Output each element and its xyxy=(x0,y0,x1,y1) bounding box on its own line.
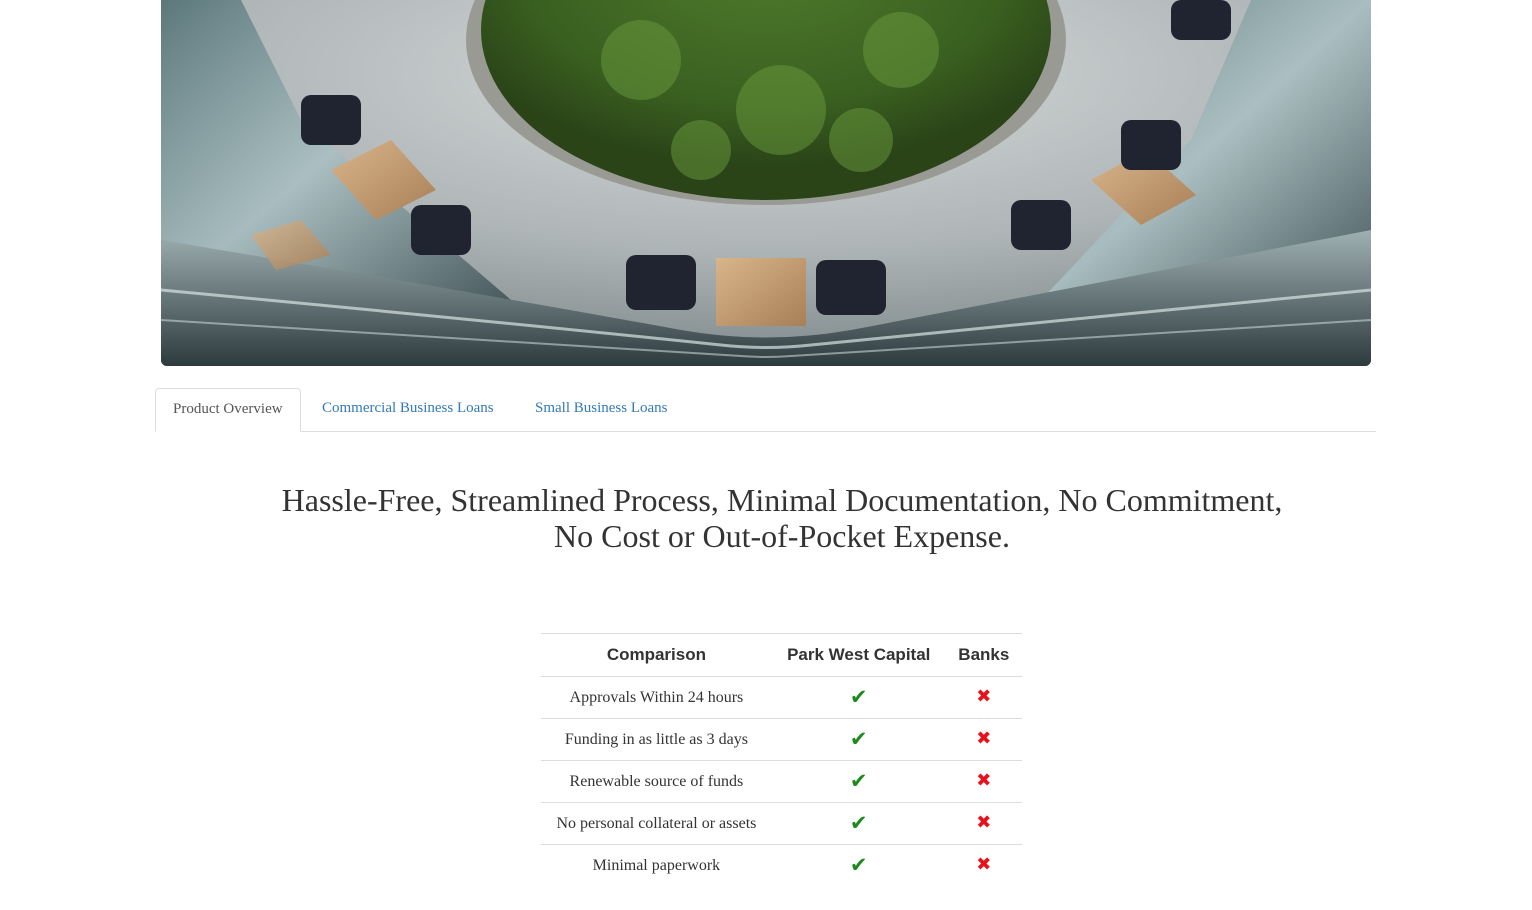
pwc-cell: ✔ xyxy=(771,676,946,719)
feature-label: No personal collateral or assets xyxy=(541,802,772,845)
banks-cell: ✖ xyxy=(945,802,1022,845)
column-header-banks: Banks xyxy=(945,633,1022,677)
pwc-cell: ✔ xyxy=(771,760,946,803)
hero-photo-drawing xyxy=(161,0,1371,366)
column-header-comparison: Comparison xyxy=(541,633,772,677)
column-header-park-west-capital: Park West Capital xyxy=(771,633,946,677)
pwc-cell: ✔ xyxy=(771,802,946,845)
feature-label: Minimal paperwork xyxy=(541,844,772,886)
page-headline: Hassle-Free, Streamlined Process, Minima… xyxy=(281,482,1283,554)
checkmark-icon: ✔ xyxy=(849,684,868,709)
checkmark-icon: ✔ xyxy=(849,768,868,793)
table-row: Funding in as little as 3 days ✔ ✖ xyxy=(541,718,1022,761)
pwc-cell: ✔ xyxy=(771,718,946,761)
checkmark-icon: ✔ xyxy=(849,726,868,751)
tab-small-business-loans[interactable]: Small Business Loans xyxy=(518,388,685,432)
tab-product-overview[interactable]: Product Overview xyxy=(155,388,301,432)
feature-label: Funding in as little as 3 days xyxy=(541,718,772,761)
checkmark-icon: ✔ xyxy=(849,852,868,877)
table-header-row: Comparison Park West Capital Banks xyxy=(541,633,1022,677)
banks-cell: ✖ xyxy=(945,760,1022,803)
cross-icon: ✖ xyxy=(976,770,992,791)
table-row: Minimal paperwork ✔ ✖ xyxy=(541,844,1022,886)
checkmark-icon: ✔ xyxy=(849,810,868,835)
pwc-cell: ✔ xyxy=(771,844,946,886)
table-row: Renewable source of funds ✔ ✖ xyxy=(541,760,1022,803)
cross-icon: ✖ xyxy=(976,812,992,833)
feature-label: Renewable source of funds xyxy=(541,760,772,803)
tab-commercial-business-loans[interactable]: Commercial Business Loans xyxy=(305,388,511,432)
cross-icon: ✖ xyxy=(976,686,992,707)
table-row: Approvals Within 24 hours ✔ ✖ xyxy=(541,676,1022,719)
feature-label: Approvals Within 24 hours xyxy=(541,676,772,719)
cross-icon: ✖ xyxy=(976,728,992,749)
hero-image xyxy=(161,0,1371,366)
comparison-table: Comparison Park West Capital Banks Appro… xyxy=(541,633,1022,886)
cross-icon: ✖ xyxy=(976,854,992,875)
banks-cell: ✖ xyxy=(945,718,1022,761)
table-row: No personal collateral or assets ✔ ✖ xyxy=(541,802,1022,845)
tab-bar: Product Overview Commercial Business Loa… xyxy=(155,388,1376,432)
banks-cell: ✖ xyxy=(945,844,1022,886)
banks-cell: ✖ xyxy=(945,676,1022,719)
